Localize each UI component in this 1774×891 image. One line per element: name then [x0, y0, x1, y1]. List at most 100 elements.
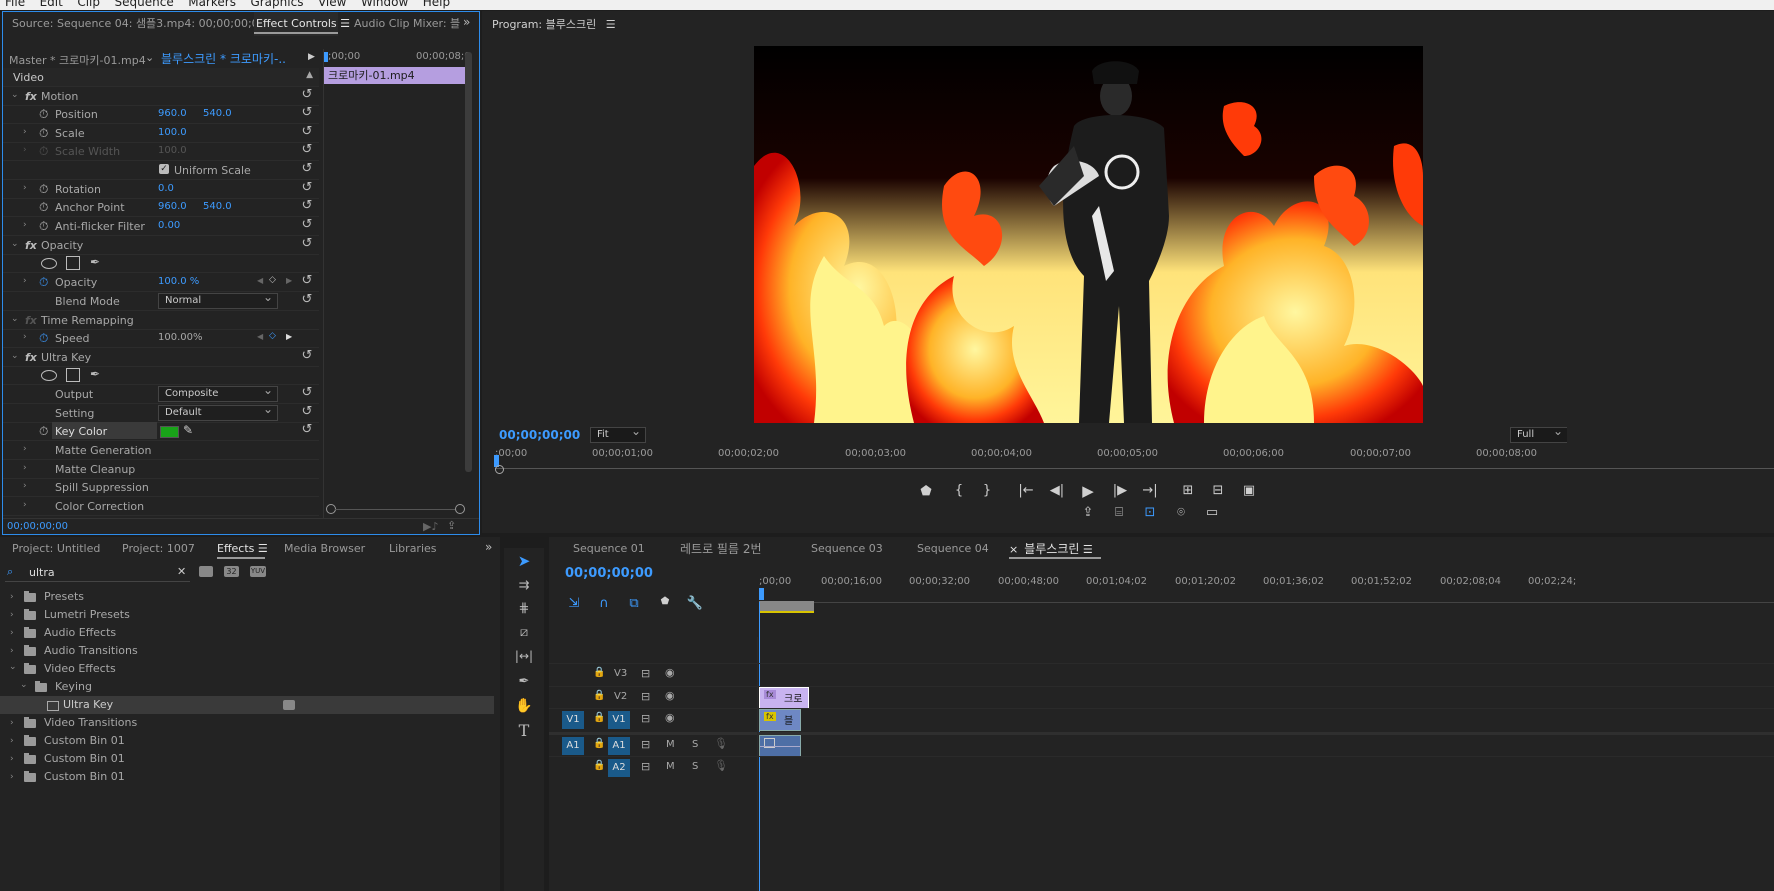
menu-edit[interactable]: Edit: [40, 0, 63, 9]
play-icon[interactable]: ▶: [1078, 482, 1098, 500]
step-forward-icon[interactable]: |▶: [1110, 483, 1130, 498]
timeline-timecode[interactable]: 00;00;00;00: [565, 566, 653, 581]
step-back-icon[interactable]: ◀|: [1047, 483, 1067, 498]
go-to-out-icon[interactable]: →|: [1140, 483, 1160, 498]
list-item-ultra-key[interactable]: Ultra Key: [0, 696, 494, 714]
eyedropper-icon[interactable]: ✎: [183, 423, 193, 437]
list-item-video-transitions[interactable]: › Video Transitions: [0, 714, 494, 732]
fx-icon[interactable]: fx: [25, 351, 37, 364]
selection-tool-icon[interactable]: ➤: [513, 552, 535, 570]
panel-overflow-icon[interactable]: »: [463, 15, 470, 29]
stopwatch-icon[interactable]: ⏱: [39, 126, 48, 141]
prev-keyframe-icon[interactable]: ◀: [257, 276, 263, 285]
chevron-right-icon[interactable]: ›: [23, 220, 27, 230]
chevron-right-icon[interactable]: ›: [23, 500, 27, 510]
scale-value[interactable]: 100.0: [158, 127, 187, 138]
tab-source[interactable]: Source: Sequence 04: 샘플3.mp4: 00;00;00;0…: [12, 12, 266, 36]
next-keyframe-icon[interactable]: ▶: [286, 332, 292, 341]
list-item-video-effects[interactable]: ⌄ Video Effects: [0, 660, 494, 678]
menu-window[interactable]: Window: [361, 0, 408, 9]
program-ruler[interactable]: ;00;00 00;00;01;00 00;00;02;00 00;00;03;…: [494, 446, 1774, 469]
stopwatch-icon[interactable]: ⏱: [39, 219, 48, 234]
reset-icon[interactable]: ↺: [300, 349, 314, 363]
ellipse-mask-icon[interactable]: [41, 258, 57, 269]
tab-sequence-03[interactable]: Sequence 03: [811, 537, 883, 561]
chevron-down-icon[interactable]: ⌄: [11, 90, 19, 100]
uniform-scale-checkbox[interactable]: ✓: [159, 164, 169, 174]
yuv-effects-icon[interactable]: YUV: [250, 566, 266, 577]
effect-controls-scrollbar[interactable]: [465, 52, 472, 472]
close-icon[interactable]: ×: [1009, 543, 1018, 556]
export-frame-out-icon[interactable]: ⇪: [1078, 505, 1098, 520]
chevron-right-icon[interactable]: ›: [10, 768, 14, 786]
output-dropdown[interactable]: Composite: [158, 383, 278, 402]
motion-row[interactable]: ⌄ fx Motion ↺: [3, 87, 319, 106]
chevron-right-icon[interactable]: ›: [23, 463, 27, 473]
add-keyframe-icon[interactable]: ◇: [269, 275, 276, 285]
camera-icon[interactable]: ⌾: [1171, 505, 1191, 520]
track-select-tool-icon[interactable]: ⇉: [513, 578, 535, 593]
program-scroll-handle[interactable]: [495, 465, 504, 474]
menu-help[interactable]: Help: [423, 0, 450, 9]
chevron-down-icon[interactable]: ⌄: [11, 314, 19, 324]
go-to-in-icon[interactable]: |←: [1016, 483, 1036, 498]
add-marker-icon[interactable]: ⬟: [916, 484, 936, 499]
reset-icon[interactable]: ↺: [300, 423, 314, 437]
tab-bluescreen[interactable]: × 블루스크린 ☰: [1009, 537, 1101, 561]
reset-icon[interactable]: ↺: [300, 218, 314, 232]
chevron-down-icon[interactable]: ⌄: [11, 351, 19, 361]
chevron-down-icon[interactable]: ⌄: [145, 51, 154, 64]
stopwatch-icon[interactable]: ⏱: [39, 424, 48, 439]
rectangle-mask-icon[interactable]: [66, 368, 80, 382]
chevron-right-icon[interactable]: ›: [10, 750, 14, 768]
effect-controls-timecode[interactable]: 00;00;00;00: [7, 521, 68, 532]
mark-out-icon[interactable]: }: [977, 483, 997, 498]
clear-search-icon[interactable]: ✕: [177, 565, 186, 578]
chevron-right-icon[interactable]: ›: [10, 732, 14, 750]
pen-mask-icon[interactable]: ✒: [90, 255, 100, 269]
chevron-right-icon[interactable]: ›: [23, 127, 27, 137]
chevron-right-icon[interactable]: ›: [10, 624, 14, 642]
32bit-effects-icon[interactable]: 32: [224, 566, 239, 577]
chevron-right-icon[interactable]: ›: [10, 606, 14, 624]
stopwatch-icon[interactable]: ⏱: [39, 331, 48, 346]
reset-icon[interactable]: ↺: [300, 162, 314, 176]
sequence-clip-label[interactable]: 블루스크린 * 크로마키-..: [161, 50, 286, 67]
fx-icon[interactable]: fx: [25, 239, 37, 252]
position-y-value[interactable]: 540.0: [203, 108, 232, 119]
reset-icon[interactable]: ↺: [300, 293, 314, 307]
chevron-right-icon[interactable]: ›: [23, 332, 27, 342]
chevron-down-icon[interactable]: ⌄: [9, 658, 17, 676]
add-keyframe-icon[interactable]: ◇: [269, 331, 276, 341]
ultra-key-row[interactable]: ⌄ fx Ultra Key ↺: [3, 348, 319, 367]
tab-retro-film[interactable]: 레트로 필름 2번: [680, 537, 762, 561]
add-marker-icon[interactable]: ⬟: [655, 596, 675, 607]
ripple-edit-tool-icon[interactable]: ⋕: [513, 601, 535, 616]
reset-icon[interactable]: ↺: [300, 125, 314, 139]
mini-scroll-track[interactable]: [335, 509, 455, 510]
pen-mask-icon[interactable]: ✒: [90, 367, 100, 381]
key-color-swatch[interactable]: [160, 426, 179, 438]
chevron-right-icon[interactable]: ›: [10, 714, 14, 732]
tab-effects[interactable]: Effects ☰: [217, 537, 268, 561]
matte-generation-row[interactable]: › Matte Generation: [3, 441, 319, 460]
reset-icon[interactable]: ↺: [300, 274, 314, 288]
reset-icon[interactable]: ↺: [300, 237, 314, 251]
tab-sequence-01[interactable]: Sequence 01: [573, 537, 645, 561]
tab-libraries[interactable]: Libraries: [389, 537, 437, 561]
menu-file[interactable]: File: [5, 0, 25, 9]
wrench-icon[interactable]: 🔧: [685, 596, 705, 611]
chevron-down-icon[interactable]: ⌄: [20, 676, 28, 694]
anchor-y-value[interactable]: 540.0: [203, 201, 232, 212]
hand-tool-icon[interactable]: ✋: [513, 698, 535, 714]
extract-icon[interactable]: ⊟: [1208, 483, 1228, 498]
menu-view[interactable]: View: [318, 0, 346, 9]
list-item-custom-bin[interactable]: › Custom Bin 01: [0, 732, 494, 750]
chevron-right-icon[interactable]: ›: [23, 276, 27, 286]
chevron-right-icon[interactable]: ›: [23, 444, 27, 454]
tab-project-1007[interactable]: Project: 1007: [122, 537, 195, 561]
reset-icon[interactable]: ↺: [300, 405, 314, 419]
timeline-ruler[interactable]: ;00;00 00;00;16;00 00;00;32;00 00;00;48;…: [759, 574, 1774, 613]
prev-keyframe-icon[interactable]: ◀: [257, 332, 263, 341]
reset-icon[interactable]: ↺: [300, 143, 314, 157]
